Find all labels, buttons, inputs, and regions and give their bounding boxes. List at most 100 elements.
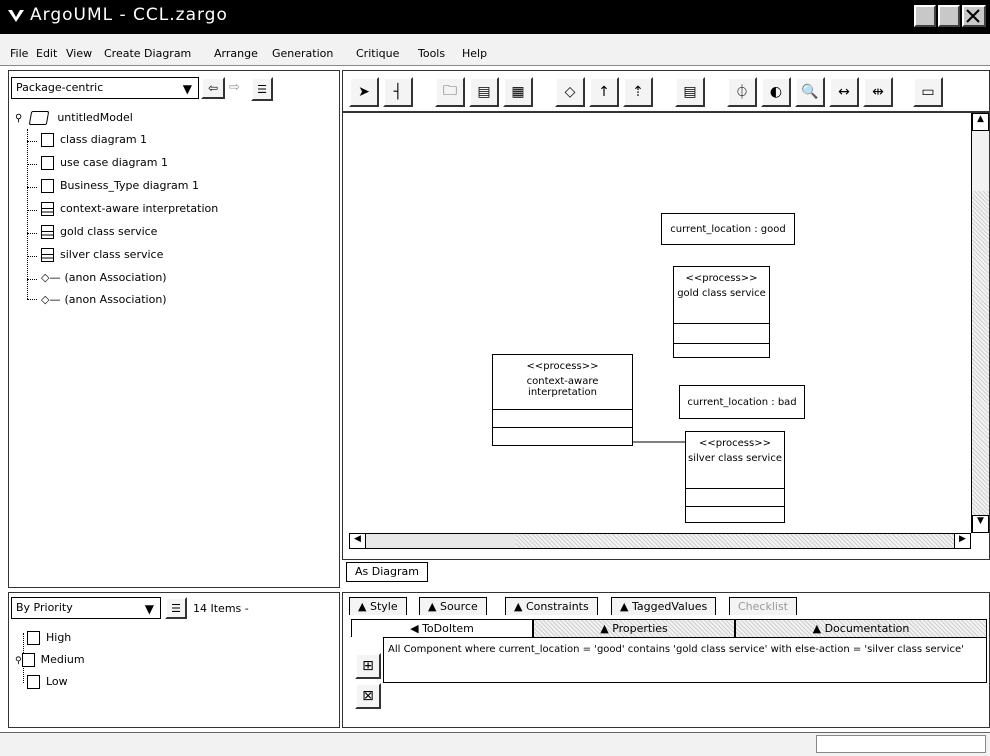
tab-properties[interactable]: ▲ Properties bbox=[533, 619, 735, 637]
tree-item-association-2[interactable]: ◇— (anon Association) bbox=[41, 293, 167, 306]
menu-create-diagram[interactable]: Create Diagram bbox=[104, 47, 191, 60]
tab-style[interactable]: ▲ Style bbox=[349, 597, 407, 615]
todo-priority-high[interactable]: High bbox=[27, 631, 71, 645]
circle-tool-button[interactable]: ⏀ bbox=[727, 77, 757, 107]
todo-sort-select[interactable]: By Priority ▼ bbox=[11, 597, 161, 619]
tree-item-usecase-diagram[interactable]: use case diagram 1 bbox=[41, 156, 168, 170]
tree-item-class-diagram[interactable]: class diagram 1 bbox=[41, 133, 147, 147]
fit-tool-button[interactable]: ▭ bbox=[913, 77, 943, 107]
class-divider bbox=[686, 488, 784, 489]
close-icon bbox=[966, 9, 980, 23]
menu-help[interactable]: Help bbox=[462, 47, 487, 60]
dependency-tool-button[interactable]: ↑ bbox=[589, 77, 619, 107]
tree-connector bbox=[27, 256, 37, 257]
class-divider bbox=[493, 427, 632, 428]
tree-connector bbox=[27, 210, 37, 211]
tree-item-association-1[interactable]: ◇— (anon Association) bbox=[41, 271, 167, 284]
menu-tools[interactable]: Tools bbox=[418, 47, 445, 60]
new-todo-button[interactable]: ⊞ bbox=[355, 653, 381, 679]
tree-root[interactable]: ⚲ untitledModel bbox=[15, 111, 133, 125]
broom-icon: ┤ bbox=[393, 84, 403, 100]
class-tool-button[interactable]: ▤ bbox=[469, 77, 499, 107]
zoom-tool-button[interactable]: 🔍 bbox=[795, 77, 825, 107]
menu-arrange[interactable]: Arrange bbox=[214, 47, 258, 60]
expand-tool-button[interactable]: ↔ bbox=[829, 77, 859, 107]
todo-config-button[interactable]: ☰ bbox=[165, 597, 187, 619]
vertical-scrollbar[interactable]: ▲ ▼ bbox=[971, 113, 989, 533]
class-silver[interactable]: <<process>> silver class service bbox=[685, 431, 785, 523]
tab-label: Style bbox=[369, 600, 398, 613]
select-tool-button[interactable]: ➤ bbox=[349, 77, 379, 107]
association-icon: ◇— bbox=[41, 271, 61, 284]
tab-documentation[interactable]: ▲ Documentation bbox=[735, 619, 987, 637]
maximize-button[interactable] bbox=[938, 5, 960, 27]
todo-priority-low[interactable]: Low bbox=[27, 675, 68, 689]
todo-panel: By Priority ▼ ☰ 14 Items - High ⚲ Medium … bbox=[8, 592, 340, 728]
forward-arrow-icon[interactable]: ⇨ bbox=[229, 80, 240, 95]
info-tool-button[interactable]: ◐ bbox=[761, 77, 791, 107]
diagram-canvas[interactable]: current_location : good current_location… bbox=[342, 112, 990, 560]
close-button[interactable] bbox=[962, 5, 986, 27]
note-bad[interactable]: current_location : bad bbox=[679, 385, 805, 419]
perspective-config-button[interactable]: ☰ bbox=[251, 77, 273, 101]
class-gold[interactable]: <<process>> gold class service bbox=[673, 266, 770, 358]
tree-item-label: gold class service bbox=[60, 225, 158, 238]
menu-edit[interactable]: Edit bbox=[36, 47, 57, 60]
menu-generation[interactable]: Generation bbox=[272, 47, 333, 60]
minimize-button[interactable] bbox=[914, 5, 936, 27]
note-tool-button[interactable]: ▤ bbox=[675, 77, 705, 107]
tab-label: Checklist bbox=[738, 600, 788, 613]
back-button[interactable]: ⇦ bbox=[201, 77, 225, 99]
class-icon bbox=[41, 202, 54, 216]
expand-toggle-icon[interactable]: ⚲ bbox=[15, 656, 22, 666]
interface-tool-button[interactable]: ▦ bbox=[503, 77, 533, 107]
scroll-thumb[interactable] bbox=[366, 534, 516, 548]
class-context-aware[interactable]: <<process>> context-aware interpretation bbox=[492, 354, 633, 446]
tree-connector bbox=[27, 279, 37, 280]
tree-item-gold-class[interactable]: gold class service bbox=[41, 225, 157, 239]
resolve-todo-button[interactable]: ⊠ bbox=[355, 683, 381, 709]
tab-todo-item[interactable]: ◀ ToDoItem bbox=[351, 619, 533, 637]
association-tool-button[interactable]: ◇ bbox=[555, 77, 585, 107]
perspective-value: Package-centric bbox=[16, 81, 104, 94]
generalization-arrow-icon: ⇡ bbox=[632, 84, 644, 100]
class-icon bbox=[41, 248, 54, 262]
perspective-select[interactable]: Package-centric ▼ bbox=[11, 77, 199, 99]
scroll-up-arrow-icon[interactable]: ▲ bbox=[972, 113, 989, 131]
explorer-panel: Package-centric ▼ ⇦ ⇨ ☰ ⚲ untitledModel … bbox=[8, 70, 340, 588]
menu-bar: File Edit View Create Diagram Arrange Ge… bbox=[0, 34, 990, 66]
scroll-thumb[interactable] bbox=[972, 131, 989, 191]
todo-priority-medium[interactable]: ⚲ Medium bbox=[15, 653, 85, 667]
horizontal-scrollbar[interactable]: ◀ ▶ bbox=[349, 533, 971, 549]
note-good[interactable]: current_location : good bbox=[661, 213, 795, 245]
tab-tagged-values[interactable]: ▲ TaggedValues bbox=[611, 597, 717, 615]
dependency-arrow-icon: ↑ bbox=[598, 84, 610, 100]
tab-source[interactable]: ▲ Source bbox=[419, 597, 487, 615]
tree-item-context-aware[interactable]: context-aware interpretation bbox=[41, 202, 218, 216]
expand-toggle-icon[interactable]: ⚲ bbox=[15, 113, 22, 124]
menu-file[interactable]: File bbox=[10, 47, 28, 60]
menu-critique[interactable]: Critique bbox=[356, 47, 399, 60]
diagram-toolbar: ➤ ┤ 🗀 ▤ ▦ ◇ ↑ ⇡ ▤ ⏀ ◐ 🔍 ↔ ⇹ ▭ bbox=[342, 70, 990, 112]
tree-item-business-type-diagram[interactable]: Business_Type diagram 1 bbox=[41, 179, 199, 193]
tree-item-label: silver class service bbox=[60, 248, 164, 261]
broom-tool-button[interactable]: ┤ bbox=[383, 77, 413, 107]
scroll-right-arrow-icon[interactable]: ▶ bbox=[954, 534, 970, 548]
class-name: context-aware interpretation bbox=[526, 376, 599, 398]
scroll-left-arrow-icon[interactable]: ◀ bbox=[350, 534, 366, 548]
folder-icon bbox=[27, 675, 40, 689]
shrink-tool-button[interactable]: ⇹ bbox=[863, 77, 893, 107]
menu-view[interactable]: View bbox=[66, 47, 92, 60]
details-panel: ▲ Style ▲ Source ▲ Constraints ▲ TaggedV… bbox=[342, 592, 990, 728]
tab-constraints[interactable]: ▲ Constraints bbox=[505, 597, 598, 615]
tree-item-silver-class[interactable]: silver class service bbox=[41, 248, 163, 262]
tab-arrow-icon: ▲ bbox=[600, 622, 613, 635]
priority-label: Medium bbox=[40, 653, 85, 666]
tab-as-diagram[interactable]: As Diagram bbox=[346, 562, 428, 582]
folder-icon bbox=[27, 631, 40, 645]
class-icon bbox=[41, 225, 54, 239]
scroll-down-arrow-icon[interactable]: ▼ bbox=[972, 515, 989, 533]
generalization-tool-button[interactable]: ⇡ bbox=[623, 77, 653, 107]
package-tool-button[interactable]: 🗀 bbox=[435, 77, 465, 107]
tab-checklist[interactable]: Checklist bbox=[729, 597, 797, 615]
